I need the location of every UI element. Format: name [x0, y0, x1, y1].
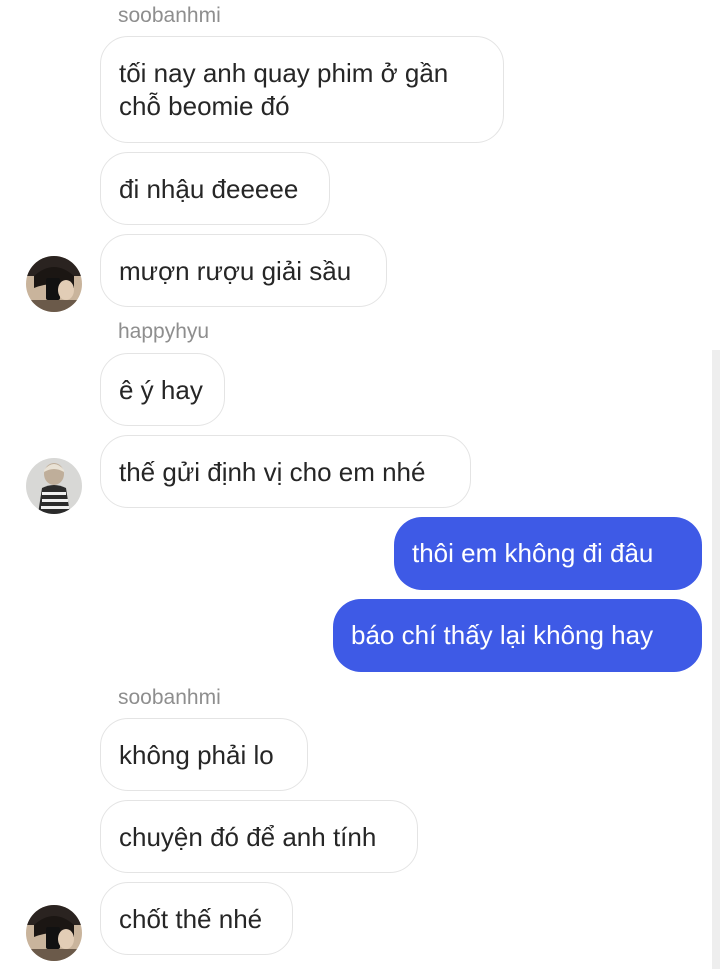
message-bubble[interactable]: chuyện đó để anh tính — [100, 800, 418, 873]
avatar-image — [26, 256, 82, 312]
message-bubble[interactable]: tối nay anh quay phim ở gần chỗ beomie đ… — [100, 36, 504, 143]
message-bubble-outgoing[interactable]: thôi em không đi đâu — [394, 517, 702, 590]
message-bubble[interactable]: mượn rượu giải sầu — [100, 234, 387, 307]
avatar[interactable] — [26, 905, 82, 961]
message-bubble[interactable]: thế gửi định vị cho em nhé — [100, 435, 471, 508]
message-bubble-outgoing[interactable]: báo chí thấy lại không hay — [333, 599, 702, 672]
avatar-image — [26, 905, 82, 961]
message-bubble[interactable]: đi nhậu đeeeee — [100, 152, 330, 225]
avatar[interactable] — [26, 458, 82, 514]
message-bubble[interactable]: chốt thế nhé — [100, 882, 293, 955]
avatar[interactable] — [26, 256, 82, 312]
sender-name: soobanhmi — [118, 4, 221, 27]
scroll-edge — [712, 350, 720, 969]
message-bubble[interactable]: không phải lo — [100, 718, 308, 791]
sender-name: soobanhmi — [118, 686, 221, 709]
avatar-image — [26, 458, 82, 514]
message-bubble[interactable]: ê ý hay — [100, 353, 225, 426]
sender-name: happyhyu — [118, 320, 210, 343]
